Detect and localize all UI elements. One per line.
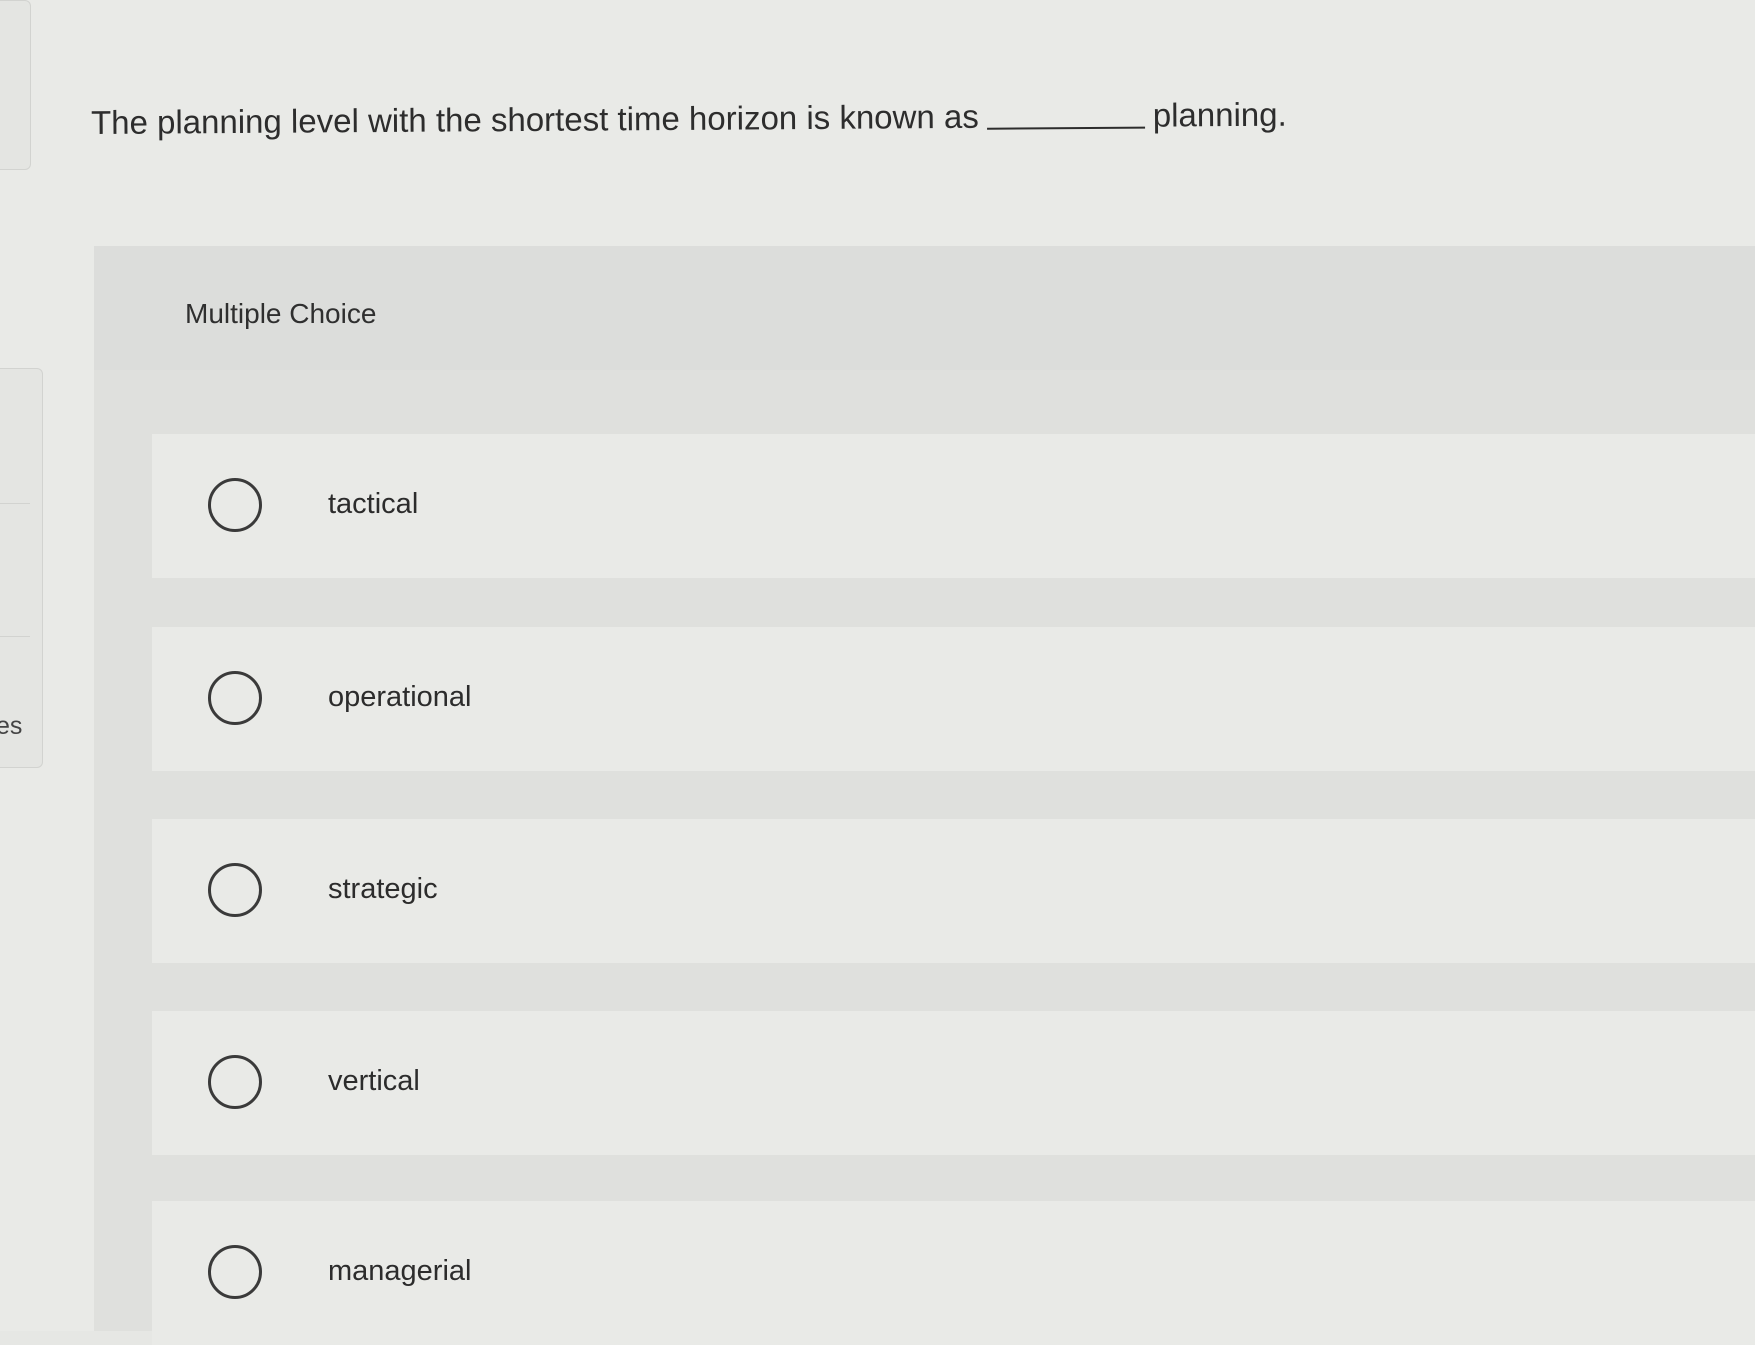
answer-option-label: tactical: [328, 488, 419, 520]
answer-option-label: vertical: [328, 1065, 420, 1097]
side-divider: [0, 636, 30, 637]
radio-button[interactable]: [208, 671, 262, 725]
side-panel-top: [0, 0, 31, 170]
side-nav-label-fragment: es: [0, 712, 23, 740]
answer-option-strategic[interactable]: strategic: [152, 819, 1755, 963]
answer-option-label: strategic: [328, 873, 438, 905]
question-text-before: The planning level with the shortest tim…: [90, 97, 979, 141]
answer-option-operational[interactable]: operational: [152, 627, 1755, 771]
radio-button[interactable]: [208, 478, 262, 532]
radio-button[interactable]: [208, 1055, 262, 1109]
answer-option-label: operational: [328, 681, 472, 713]
answer-option-tactical[interactable]: tactical: [152, 434, 1755, 578]
question-text-after: planning.: [1152, 95, 1287, 134]
answer-option-vertical[interactable]: vertical: [152, 1011, 1755, 1155]
multiple-choice-title: Multiple Choice: [185, 298, 377, 329]
side-divider: [0, 503, 30, 504]
side-panel-nav[interactable]: [0, 368, 43, 768]
multiple-choice-card: Multiple Choice tactical operational str…: [94, 246, 1755, 1345]
answer-option-label: managerial: [328, 1255, 472, 1287]
radio-button[interactable]: [208, 863, 262, 917]
multiple-choice-header: Multiple Choice: [94, 246, 1755, 370]
question-blank: [986, 126, 1145, 130]
answer-option-managerial[interactable]: managerial: [152, 1201, 1755, 1345]
radio-button[interactable]: [208, 1245, 262, 1299]
